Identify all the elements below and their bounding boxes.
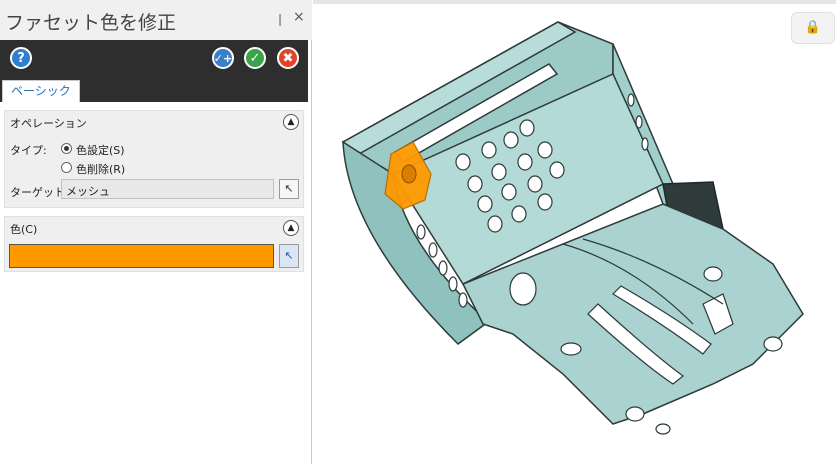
3d-viewport[interactable]: 🔒 — [313, 0, 836, 464]
pin-icon[interactable]: ❘ — [275, 12, 285, 26]
color-picker-icon[interactable]: ↖ — [279, 244, 299, 268]
close-icon[interactable]: × — [293, 9, 305, 25]
target-pick-icon[interactable]: ↖ — [279, 179, 299, 199]
tab-basic[interactable]: ベーシック — [2, 80, 80, 102]
type-label: タイプ: — [10, 144, 47, 157]
target-label: ターゲット: — [10, 186, 69, 199]
help-button[interactable]: ? — [10, 47, 32, 69]
ok-button[interactable]: ✓ — [244, 47, 266, 69]
cancel-button[interactable]: ✖ — [277, 47, 299, 69]
operation-section: オペレーション ▲ タイプ: 色設定(S) 色削除(R) ターゲット: メッシュ… — [4, 110, 304, 208]
color-swatch[interactable] — [9, 244, 274, 268]
color-header: 色(C) — [10, 223, 38, 236]
radio-set-color-label[interactable]: 色設定(S) — [76, 142, 125, 158]
target-field[interactable]: メッシュ — [61, 179, 274, 199]
panel-titlebar: ファセット色を修正 ❘ × — [0, 0, 312, 40]
facet-color-panel: ファセット色を修正 ❘ × ? ✓+ ✓ ✖ ベーシック オペレーション ▲ タ… — [0, 0, 312, 464]
collapse-operation-icon[interactable]: ▲ — [283, 114, 299, 130]
radio-remove-color[interactable] — [61, 162, 72, 173]
radio-set-color[interactable] — [61, 143, 72, 154]
bracket-model[interactable] — [313, 4, 836, 464]
color-section: 色(C) ▲ ↖ — [4, 216, 304, 272]
radio-remove-color-label[interactable]: 色削除(R) — [76, 161, 125, 177]
panel-title: ファセット色を修正 — [5, 12, 177, 34]
apply-button[interactable]: ✓+ — [212, 47, 234, 69]
operation-header: オペレーション — [10, 117, 87, 130]
collapse-color-icon[interactable]: ▲ — [283, 220, 299, 236]
